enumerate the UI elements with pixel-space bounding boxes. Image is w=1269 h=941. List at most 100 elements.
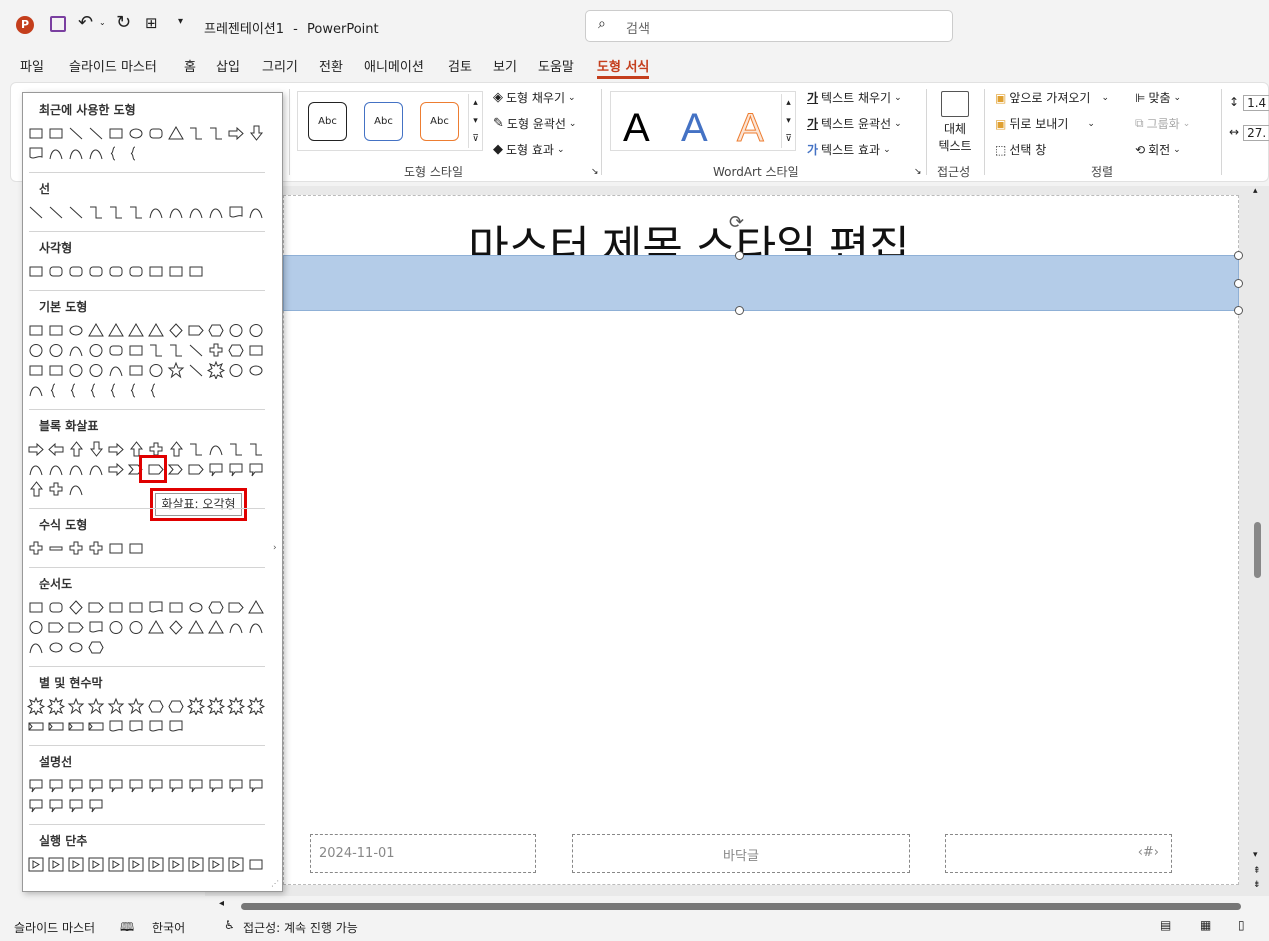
status-language[interactable]: 한국어 xyxy=(152,919,185,936)
elbow-shape-icon[interactable] xyxy=(227,440,245,458)
hex-shape-icon[interactable] xyxy=(167,697,185,715)
circ-shape-icon[interactable] xyxy=(27,618,45,636)
wordart-gallery[interactable]: A A A ▴ ▾ ⊽ xyxy=(610,91,796,151)
curve-shape-icon[interactable] xyxy=(47,460,65,478)
bring-forward-button[interactable]: ▣ 앞으로 가져오기 ⌄ xyxy=(995,89,1109,106)
call-shape-icon[interactable] xyxy=(47,776,65,794)
call-shape-icon[interactable] xyxy=(167,776,185,794)
rrect-shape-icon[interactable] xyxy=(87,262,105,280)
slide-canvas[interactable]: 마스터 제목 스타일 편집 ⟳ 2024-11-01 바닥글 ‹#› xyxy=(283,195,1243,885)
tab-review[interactable]: 검토 xyxy=(448,56,472,75)
rect-shape-icon[interactable] xyxy=(27,262,45,280)
line-shape-icon[interactable] xyxy=(47,203,65,221)
brace-shape-icon[interactable] xyxy=(127,381,145,399)
brace-shape-icon[interactable] xyxy=(47,381,65,399)
curve-shape-icon[interactable] xyxy=(207,440,225,458)
doc-shape-icon[interactable] xyxy=(147,598,165,616)
arrowD-shape-icon[interactable] xyxy=(87,440,105,458)
wordart-scroll-icon[interactable]: ▴ ▾ ⊽ xyxy=(781,94,795,148)
circ-shape-icon[interactable] xyxy=(227,361,245,379)
circ-shape-icon[interactable] xyxy=(107,618,125,636)
plus-shape-icon[interactable] xyxy=(27,539,45,557)
circ-shape-icon[interactable] xyxy=(227,321,245,339)
diamond-shape-icon[interactable] xyxy=(167,321,185,339)
btn-shape-icon[interactable] xyxy=(47,855,65,873)
arrowU-shape-icon[interactable] xyxy=(27,480,45,498)
brace-shape-icon[interactable] xyxy=(87,381,105,399)
burst-shape-icon[interactable] xyxy=(47,697,65,715)
rrect-shape-icon[interactable] xyxy=(107,341,125,359)
panel-resize-grip-icon[interactable]: ⋰ xyxy=(271,879,279,888)
call-shape-icon[interactable] xyxy=(147,776,165,794)
slide-sorter-icon[interactable]: ▦ xyxy=(1200,918,1211,932)
footer-placeholder[interactable]: 바닥글 xyxy=(572,834,910,873)
call-shape-icon[interactable] xyxy=(207,460,225,478)
resize-handle-right[interactable] xyxy=(1234,279,1243,288)
oval-shape-icon[interactable] xyxy=(247,361,265,379)
rect-shape-icon[interactable] xyxy=(127,539,145,557)
banner-shape-icon[interactable] xyxy=(87,717,105,735)
tri-shape-icon[interactable] xyxy=(107,321,125,339)
status-accessibility[interactable]: 접근성: 계속 진행 가능 xyxy=(243,919,358,936)
star-shape-icon[interactable] xyxy=(127,697,145,715)
scroll-left-icon[interactable]: ◂ xyxy=(219,898,224,909)
doc-shape-icon[interactable] xyxy=(147,717,165,735)
brace-shape-icon[interactable] xyxy=(107,144,125,162)
doc-shape-icon[interactable] xyxy=(167,717,185,735)
hex-shape-icon[interactable] xyxy=(207,598,225,616)
alt-text-button[interactable]: 대체 텍스트 xyxy=(935,91,975,154)
btn-shape-icon[interactable] xyxy=(167,855,185,873)
curve-shape-icon[interactable] xyxy=(67,341,85,359)
call-shape-icon[interactable] xyxy=(27,796,45,814)
curve-shape-icon[interactable] xyxy=(67,480,85,498)
call-shape-icon[interactable] xyxy=(27,776,45,794)
elbow-shape-icon[interactable] xyxy=(187,440,205,458)
scroll-up-icon[interactable]: ▴ xyxy=(1253,186,1258,196)
banner-shape-icon[interactable] xyxy=(67,717,85,735)
btn-shape-icon[interactable] xyxy=(87,855,105,873)
arrowU-shape-icon[interactable] xyxy=(167,440,185,458)
elbow-shape-icon[interactable] xyxy=(107,203,125,221)
rrect-shape-icon[interactable] xyxy=(147,124,165,142)
shape-fill-button[interactable]: ◈ 도형 채우기 ⌄ xyxy=(493,89,576,106)
gallery-scroll-icon[interactable]: ▴ ▾ ⊽ xyxy=(468,94,482,148)
resize-handle-bottom[interactable] xyxy=(735,306,744,315)
btn-shape-icon[interactable] xyxy=(107,855,125,873)
scrollbar-thumb[interactable] xyxy=(1254,522,1261,578)
shape-style-orange[interactable]: Abc xyxy=(420,102,459,141)
burst-shape-icon[interactable] xyxy=(207,361,225,379)
curve-shape-icon[interactable] xyxy=(147,203,165,221)
hex-shape-icon[interactable] xyxy=(87,638,105,656)
elbow-shape-icon[interactable] xyxy=(207,124,225,142)
rotate-button[interactable]: ⟲ 회전 ⌄ xyxy=(1135,141,1181,158)
star-shape-icon[interactable] xyxy=(67,697,85,715)
curve-shape-icon[interactable] xyxy=(27,638,45,656)
wordart-style-blue[interactable]: A xyxy=(681,106,708,151)
rrect-shape-icon[interactable] xyxy=(127,262,145,280)
curve-shape-icon[interactable] xyxy=(27,460,45,478)
circ-shape-icon[interactable] xyxy=(127,618,145,636)
hscrollbar-thumb[interactable] xyxy=(241,903,1241,910)
undo-icon[interactable]: ↶ xyxy=(78,12,93,33)
arrowL-shape-icon[interactable] xyxy=(47,440,65,458)
btn-shape-icon[interactable] xyxy=(207,855,225,873)
btn-shape-icon[interactable] xyxy=(227,855,245,873)
tab-help[interactable]: 도움말 xyxy=(538,56,574,75)
tab-file[interactable]: 파일 xyxy=(20,56,44,75)
rect-shape-icon[interactable] xyxy=(147,262,165,280)
wordart-style-orange[interactable]: A xyxy=(737,106,765,151)
line-shape-icon[interactable] xyxy=(27,203,45,221)
call-shape-icon[interactable] xyxy=(227,776,245,794)
burst-shape-icon[interactable] xyxy=(27,697,45,715)
tab-animations[interactable]: 애니메이션 xyxy=(364,56,424,75)
circ-shape-icon[interactable] xyxy=(247,321,265,339)
normal-view-icon[interactable]: ▤ xyxy=(1160,918,1171,932)
arrowR-shape-icon[interactable] xyxy=(27,440,45,458)
call-shape-icon[interactable] xyxy=(247,776,265,794)
curve-shape-icon[interactable] xyxy=(107,361,125,379)
line-shape-icon[interactable] xyxy=(67,124,85,142)
diamond-shape-icon[interactable] xyxy=(67,598,85,616)
scroll-down-icon[interactable]: ▾ xyxy=(1253,850,1258,860)
rect-shape-icon[interactable] xyxy=(47,361,65,379)
curve-shape-icon[interactable] xyxy=(167,203,185,221)
